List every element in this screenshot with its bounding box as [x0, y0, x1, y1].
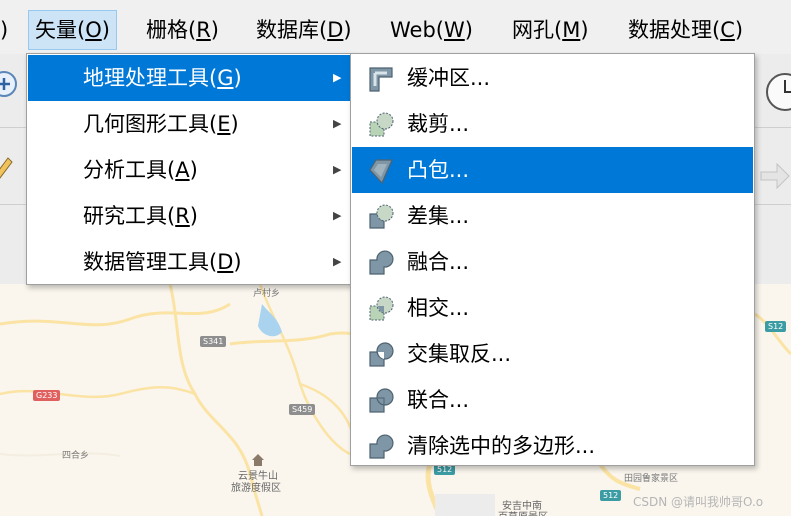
menu-item-geoprocessing-tools[interactable]: 地理处理工具(G) ▶	[28, 55, 351, 101]
menubar-item-raster[interactable]: 栅格(R)	[140, 10, 225, 50]
add-layer-icon[interactable]	[0, 71, 17, 97]
map-poi-icon	[252, 454, 264, 466]
symmetric-difference-icon	[369, 342, 394, 367]
toolbar-separator	[755, 204, 791, 205]
road-shield: G233	[33, 390, 61, 401]
dissolve-icon	[369, 250, 394, 275]
toolbar-left	[0, 54, 28, 284]
road-shield: S341	[200, 336, 227, 347]
menu-item-convex-hull[interactable]: 凸包...	[352, 147, 753, 193]
menu-item-intersection[interactable]: 相交...	[352, 285, 753, 331]
submenu-arrow-icon: ▶	[333, 117, 342, 130]
road-shield: S459	[289, 404, 316, 415]
clock-icon[interactable]	[766, 73, 791, 111]
toolbar-separator	[0, 127, 27, 128]
toolbar-separator	[0, 204, 27, 205]
menu-item-data-management-tools[interactable]: 数据管理工具(D) ▶	[28, 239, 351, 285]
menubar-item-prev[interactable]: )	[0, 10, 14, 50]
toolbar-right	[755, 54, 791, 284]
submenu-arrow-icon: ▶	[333, 71, 342, 84]
submenu-arrow-icon: ▶	[333, 255, 342, 268]
map-place-label: 四合乡	[62, 451, 90, 461]
map-place-label: 百草原景区	[498, 508, 548, 516]
toolbar-right-icons	[760, 73, 791, 190]
vector-menu: 地理处理工具(G) ▶ 几何图形工具(E) ▶ 分析工具(A) ▶ 研究工具(R…	[26, 53, 353, 285]
menu-item-dissolve[interactable]: 融合...	[352, 239, 753, 285]
menubar-item-web[interactable]: Web(W)	[384, 10, 479, 50]
menu-item-difference[interactable]: 差集...	[352, 193, 753, 239]
menubar: ) 矢量(O) 栅格(R) 数据库(D) Web(W) 网孔(M) 数据处理(C…	[0, 0, 791, 54]
menu-item-clip[interactable]: 裁剪...	[352, 101, 753, 147]
pencil-icon[interactable]	[0, 157, 13, 179]
toolbar-left-icons	[0, 71, 17, 179]
road-shield: 512	[600, 490, 622, 501]
menu-item-geometry-tools[interactable]: 几何图形工具(E) ▶	[28, 101, 351, 147]
submenu-arrow-icon: ▶	[333, 209, 342, 222]
menubar-item-database[interactable]: 数据库(D)	[250, 10, 358, 50]
map-place-label: 田园鲁家景区	[624, 474, 679, 484]
eliminate-polygons-icon	[369, 434, 394, 459]
menu-item-eliminate-selected-polygons[interactable]: 清除选中的多边形...	[352, 423, 753, 469]
convex-hull-icon	[369, 159, 393, 185]
geoprocessing-menu: 缓冲区... 裁剪... 凸包... 差集... 融合... 相交... 交集取…	[350, 53, 755, 466]
menubar-item-mesh[interactable]: 网孔(M)	[506, 10, 595, 50]
menu-item-buffer[interactable]: 缓冲区...	[352, 55, 753, 101]
map-place-label: 旅游度假区	[231, 483, 281, 494]
toolbar-separator	[755, 127, 791, 128]
menu-item-union[interactable]: 联合...	[352, 377, 753, 423]
menu-item-research-tools[interactable]: 研究工具(R) ▶	[28, 193, 351, 239]
submenu-arrow-icon: ▶	[333, 163, 342, 176]
map-place-label: 卢村乡	[253, 289, 281, 299]
clip-icon	[369, 112, 394, 137]
menubar-item-vector[interactable]: 矢量(O)	[28, 10, 117, 50]
menu-item-analysis-tools[interactable]: 分析工具(A) ▶	[28, 147, 351, 193]
road-shield: S12	[765, 321, 787, 332]
union-icon	[369, 388, 394, 413]
buffer-icon	[369, 67, 393, 92]
menu-item-symmetric-difference[interactable]: 交集取反...	[352, 331, 753, 377]
menubar-item-processing[interactable]: 数据处理(C)	[622, 10, 749, 50]
intersection-icon	[369, 296, 394, 321]
redo-arrow-icon[interactable]	[760, 162, 790, 190]
watermark: CSDN @请叫我帅哥O.o	[633, 495, 764, 509]
difference-icon	[369, 204, 394, 229]
